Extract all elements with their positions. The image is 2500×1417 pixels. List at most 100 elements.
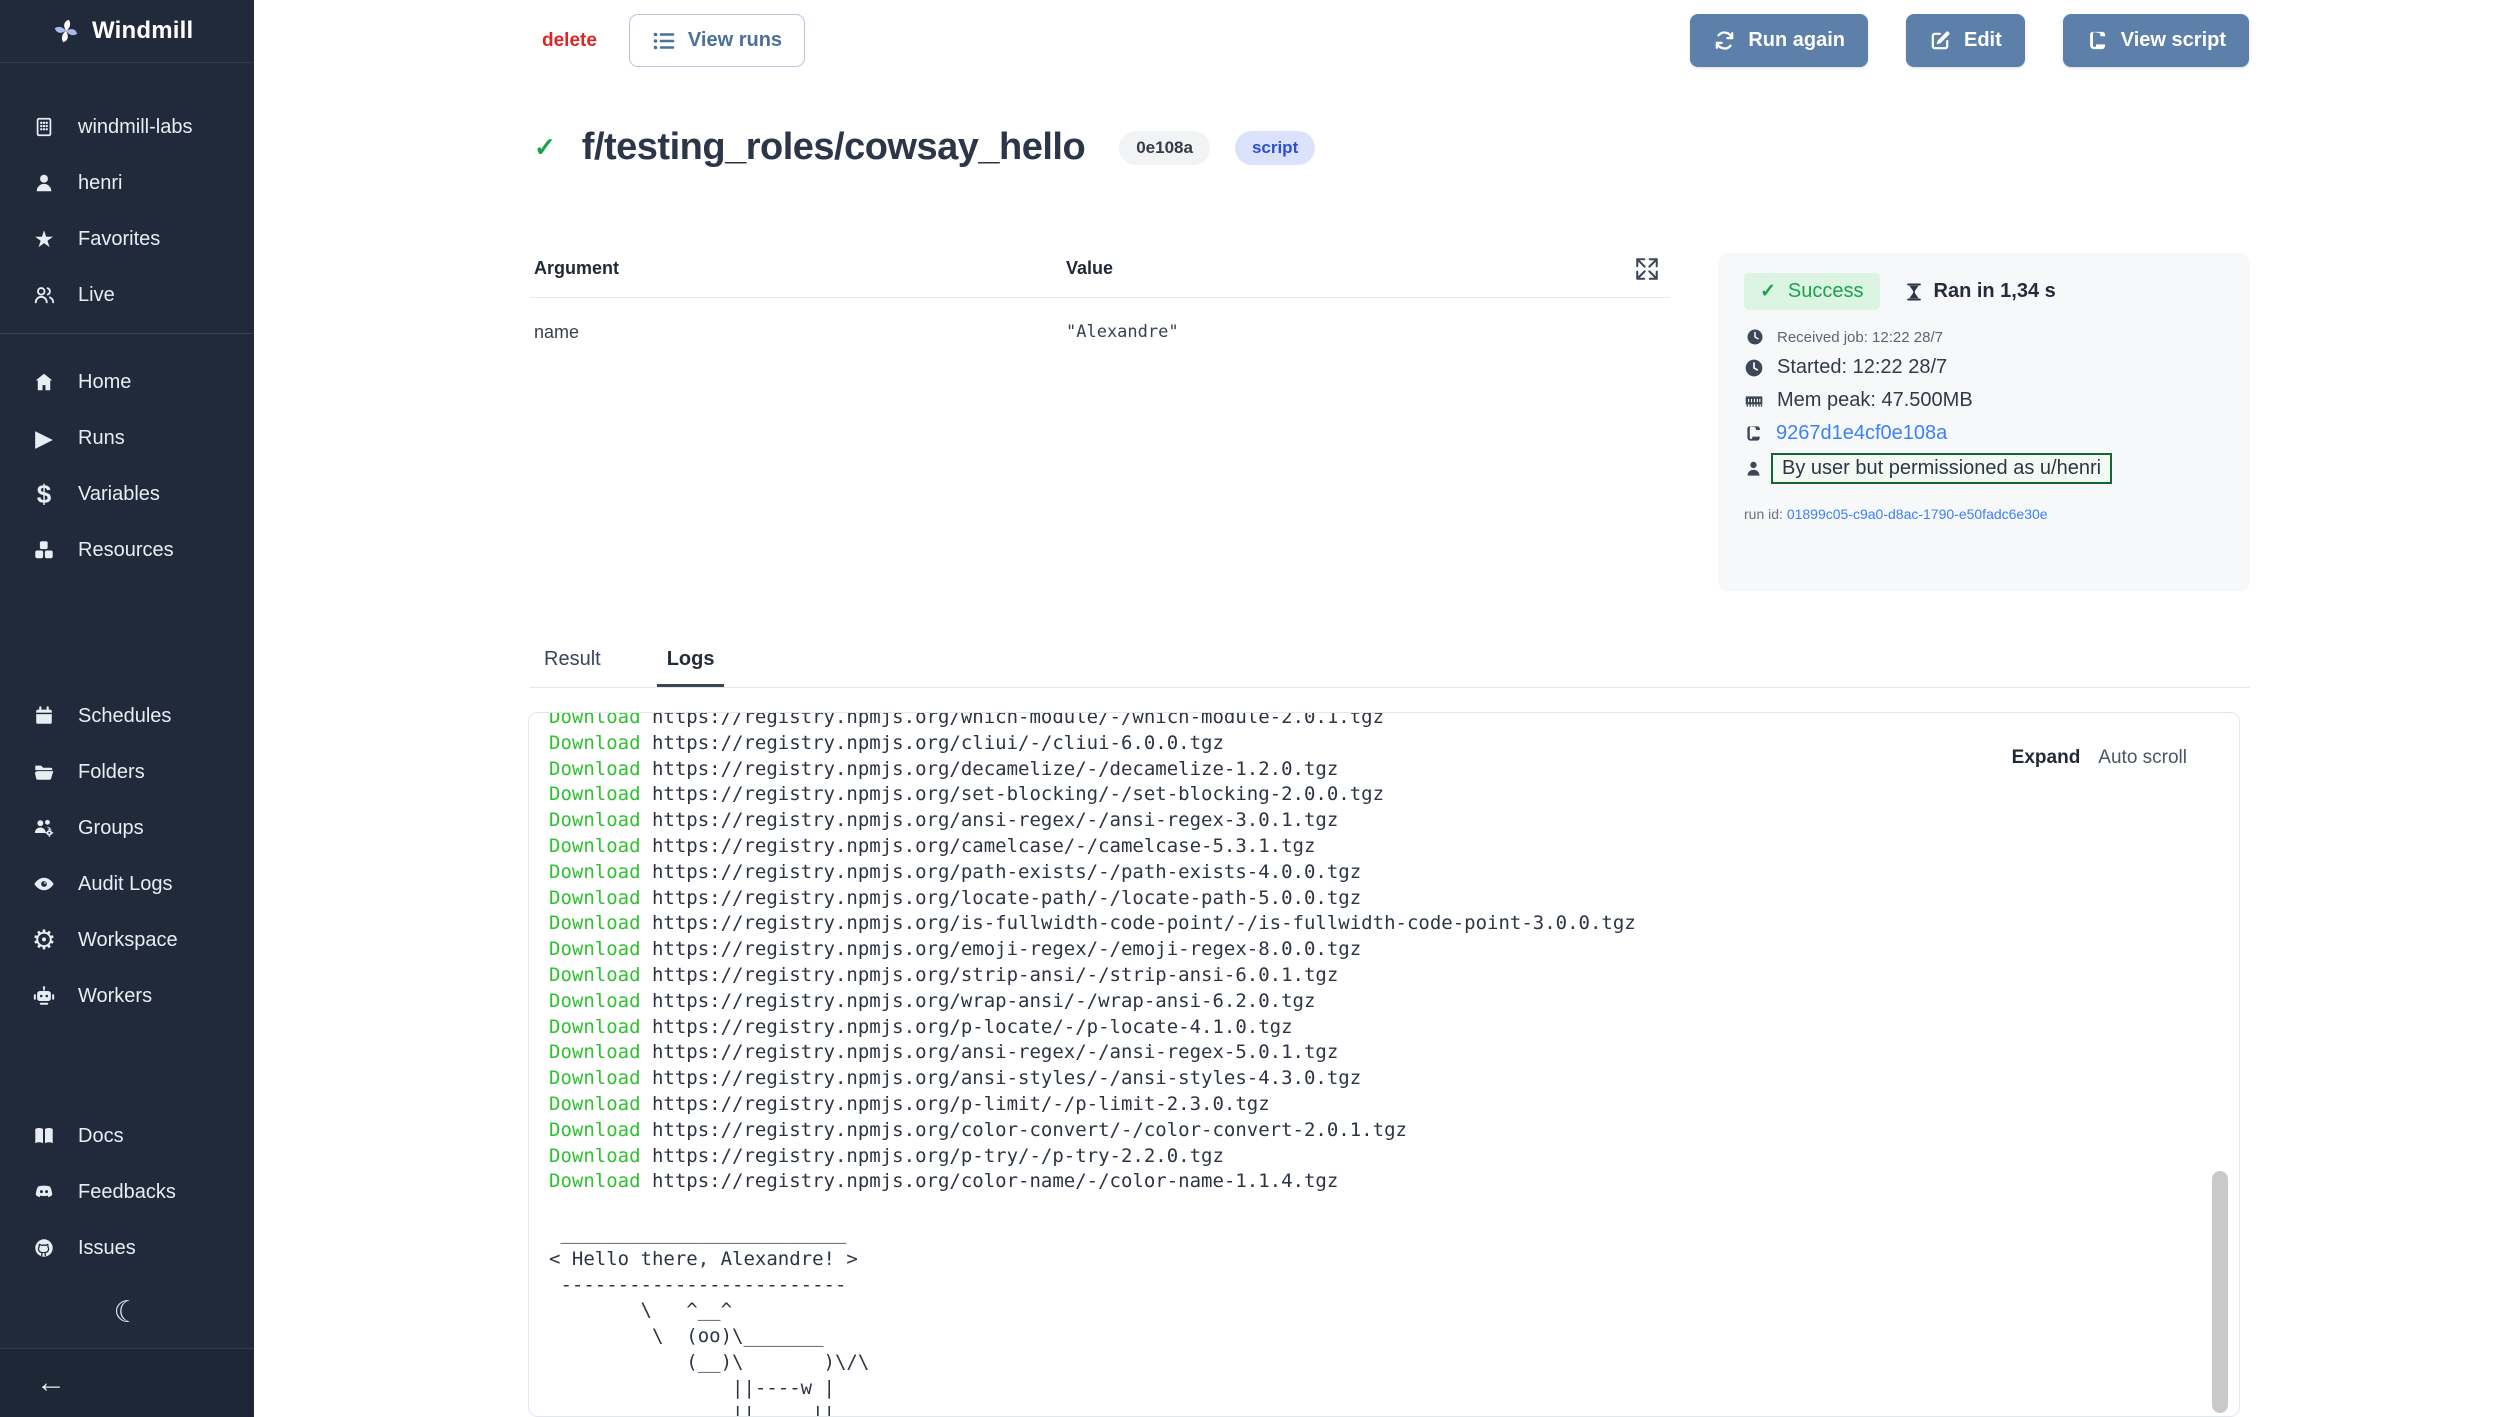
log-url: https://registry.npmjs.org/ansi-regex/-/… [652, 1041, 1338, 1063]
autoscroll-toggle[interactable]: Auto scroll [2098, 747, 2187, 769]
main-content: delete View runs Run again [254, 0, 2500, 1417]
sidebar-item-feedbacks[interactable]: Feedbacks [0, 1164, 254, 1220]
expand-arguments-icon[interactable] [1632, 254, 1662, 284]
scroll-icon [2086, 29, 2109, 52]
sidebar-item-label: Favorites [78, 228, 160, 251]
sidebar-item-label: Feedbacks [78, 1181, 176, 1204]
sidebar-item-audit-logs[interactable]: Audit Logs [0, 856, 254, 912]
log-line: Download https://registry.npmjs.org/colo… [549, 1118, 2239, 1144]
download-prefix: Download [549, 964, 641, 986]
download-prefix: Download [549, 1119, 641, 1141]
users-icon [30, 284, 58, 306]
sidebar-item-live[interactable]: Live [0, 267, 254, 323]
run-again-button[interactable]: Run again [1690, 14, 1868, 67]
arguments-table-header: Argument Value [530, 252, 1670, 298]
started-row: Started: 12:22 28/7 [1744, 356, 2224, 379]
download-prefix: Download [549, 732, 641, 754]
sidebar-item-label: Docs [78, 1125, 124, 1148]
download-prefix: Download [549, 1145, 641, 1167]
hourglass-icon [1904, 282, 1924, 302]
check-icon: ✓ [1760, 280, 1776, 303]
download-prefix: Download [549, 758, 641, 780]
log-line: Download https://registry.npmjs.org/came… [549, 834, 2239, 860]
play-icon: ▶ [30, 427, 58, 450]
sidebar-item-runs[interactable]: ▶ Runs [0, 410, 254, 466]
sidebar-item-user[interactable]: henri [0, 155, 254, 211]
job-hash-link[interactable]: 9267d1e4cf0e108a [1776, 422, 1947, 445]
log-url: https://registry.npmjs.org/wrap-ansi/-/w… [652, 990, 1315, 1012]
view-script-label: View script [2121, 29, 2226, 52]
sidebar-item-docs[interactable]: Docs [0, 1108, 254, 1164]
status-label: Success [1788, 280, 1864, 303]
log-line: Download https://registry.npmjs.org/loca… [549, 886, 2239, 912]
log-scrollbar-thumb[interactable] [2212, 1171, 2228, 1413]
log-line: Download https://registry.npmjs.org/cliu… [549, 731, 2239, 757]
permission-row: By user but permissioned as u/henri [1744, 453, 2224, 484]
arguments-table: Argument Value name "Alexandre" [530, 252, 1670, 343]
windmill-logo-icon [52, 16, 80, 46]
app-logo[interactable]: Windmill [0, 0, 254, 63]
calendar-icon [30, 705, 58, 727]
sidebar-item-label: Folders [78, 761, 145, 784]
sidebar-workspace-group: windmill-labs henri ★ Favorites Live [0, 99, 254, 323]
view-runs-label: View runs [688, 29, 782, 52]
download-prefix: Download [549, 912, 641, 934]
log-content: Download https://registry.npmjs.org/whic… [529, 712, 2239, 1417]
collapse-sidebar-arrow-icon[interactable]: ← [30, 1365, 72, 1401]
building-icon [30, 116, 58, 138]
tab-result[interactable]: Result [534, 642, 611, 687]
run-again-label: Run again [1748, 29, 1845, 52]
sidebar-item-workspace-switcher[interactable]: windmill-labs [0, 99, 254, 155]
delete-button[interactable]: delete [536, 29, 603, 53]
log-lines: Download https://registry.npmjs.org/whic… [549, 712, 2239, 1195]
dark-mode-toggle-moon-icon[interactable]: ☾ [108, 1294, 147, 1331]
view-script-button[interactable]: View script [2063, 14, 2249, 67]
user-icon [30, 172, 58, 194]
mem-peak-label: Mem peak: 47.500MB [1777, 389, 1973, 412]
edit-button[interactable]: Edit [1906, 14, 2025, 67]
sidebar-item-groups[interactable]: Groups [0, 800, 254, 856]
boxes-icon [30, 539, 58, 561]
sidebar-item-workspace-settings[interactable]: ⚙ Workspace [0, 912, 254, 968]
run-id-link[interactable]: 01899c05-c9a0-d8ac-1790-e50fadc6e30e [1787, 506, 2048, 522]
log-url: https://registry.npmjs.org/emoji-regex/-… [652, 938, 1361, 960]
pencil-square-icon [1929, 29, 1952, 52]
title-badges: 0e108a script [1119, 131, 1315, 165]
sidebar-item-variables[interactable]: $ Variables [0, 466, 254, 522]
sidebar-item-issues[interactable]: Issues [0, 1220, 254, 1276]
status-row: ✓ Success Ran in 1,34 s [1744, 273, 2224, 310]
expand-logs-button[interactable]: Expand [2012, 747, 2081, 769]
sidebar-item-label: Resources [78, 539, 174, 562]
log-line: Download https://registry.npmjs.org/p-tr… [549, 1144, 2239, 1170]
cowsay-output: _________________________ < Hello there,… [549, 1195, 2239, 1417]
download-prefix: Download [549, 861, 641, 883]
scroll-icon [1744, 424, 1763, 443]
sidebar-footer: ← [0, 1348, 254, 1417]
log-url: https://registry.npmjs.org/color-name/-/… [652, 1170, 1338, 1192]
tab-logs[interactable]: Logs [657, 642, 725, 687]
log-line: Download https://registry.npmjs.org/path… [549, 860, 2239, 886]
log-line: Download https://registry.npmjs.org/set-… [549, 782, 2239, 808]
log-url: https://registry.npmjs.org/path-exists/-… [652, 861, 1361, 883]
duration-label: Ran in 1,34 s [1934, 280, 2056, 303]
user-group-icon [30, 817, 58, 839]
logs-panel[interactable]: Download https://registry.npmjs.org/whic… [528, 712, 2240, 1417]
log-url: https://registry.npmjs.org/which-module/… [652, 712, 1384, 728]
book-icon [30, 1125, 58, 1147]
log-line: Download https://registry.npmjs.org/ansi… [549, 1040, 2239, 1066]
header-actions-left: delete View runs [536, 14, 805, 67]
sidebar-item-workers[interactable]: Workers [0, 968, 254, 1024]
sidebar-item-resources[interactable]: Resources [0, 522, 254, 578]
view-runs-button[interactable]: View runs [629, 14, 805, 67]
star-icon: ★ [30, 228, 58, 251]
download-prefix: Download [549, 887, 641, 909]
sidebar-item-home[interactable]: Home [0, 354, 254, 410]
value-column-header: Value [1066, 258, 1670, 279]
run-id-label: run id: [1744, 506, 1783, 522]
sidebar-item-folders[interactable]: Folders [0, 744, 254, 800]
sidebar-item-favorites[interactable]: ★ Favorites [0, 211, 254, 267]
argument-column-header: Argument [534, 258, 1066, 279]
sidebar-item-label: windmill-labs [78, 116, 192, 139]
clock-icon [1744, 358, 1764, 378]
sidebar-item-schedules[interactable]: Schedules [0, 688, 254, 744]
